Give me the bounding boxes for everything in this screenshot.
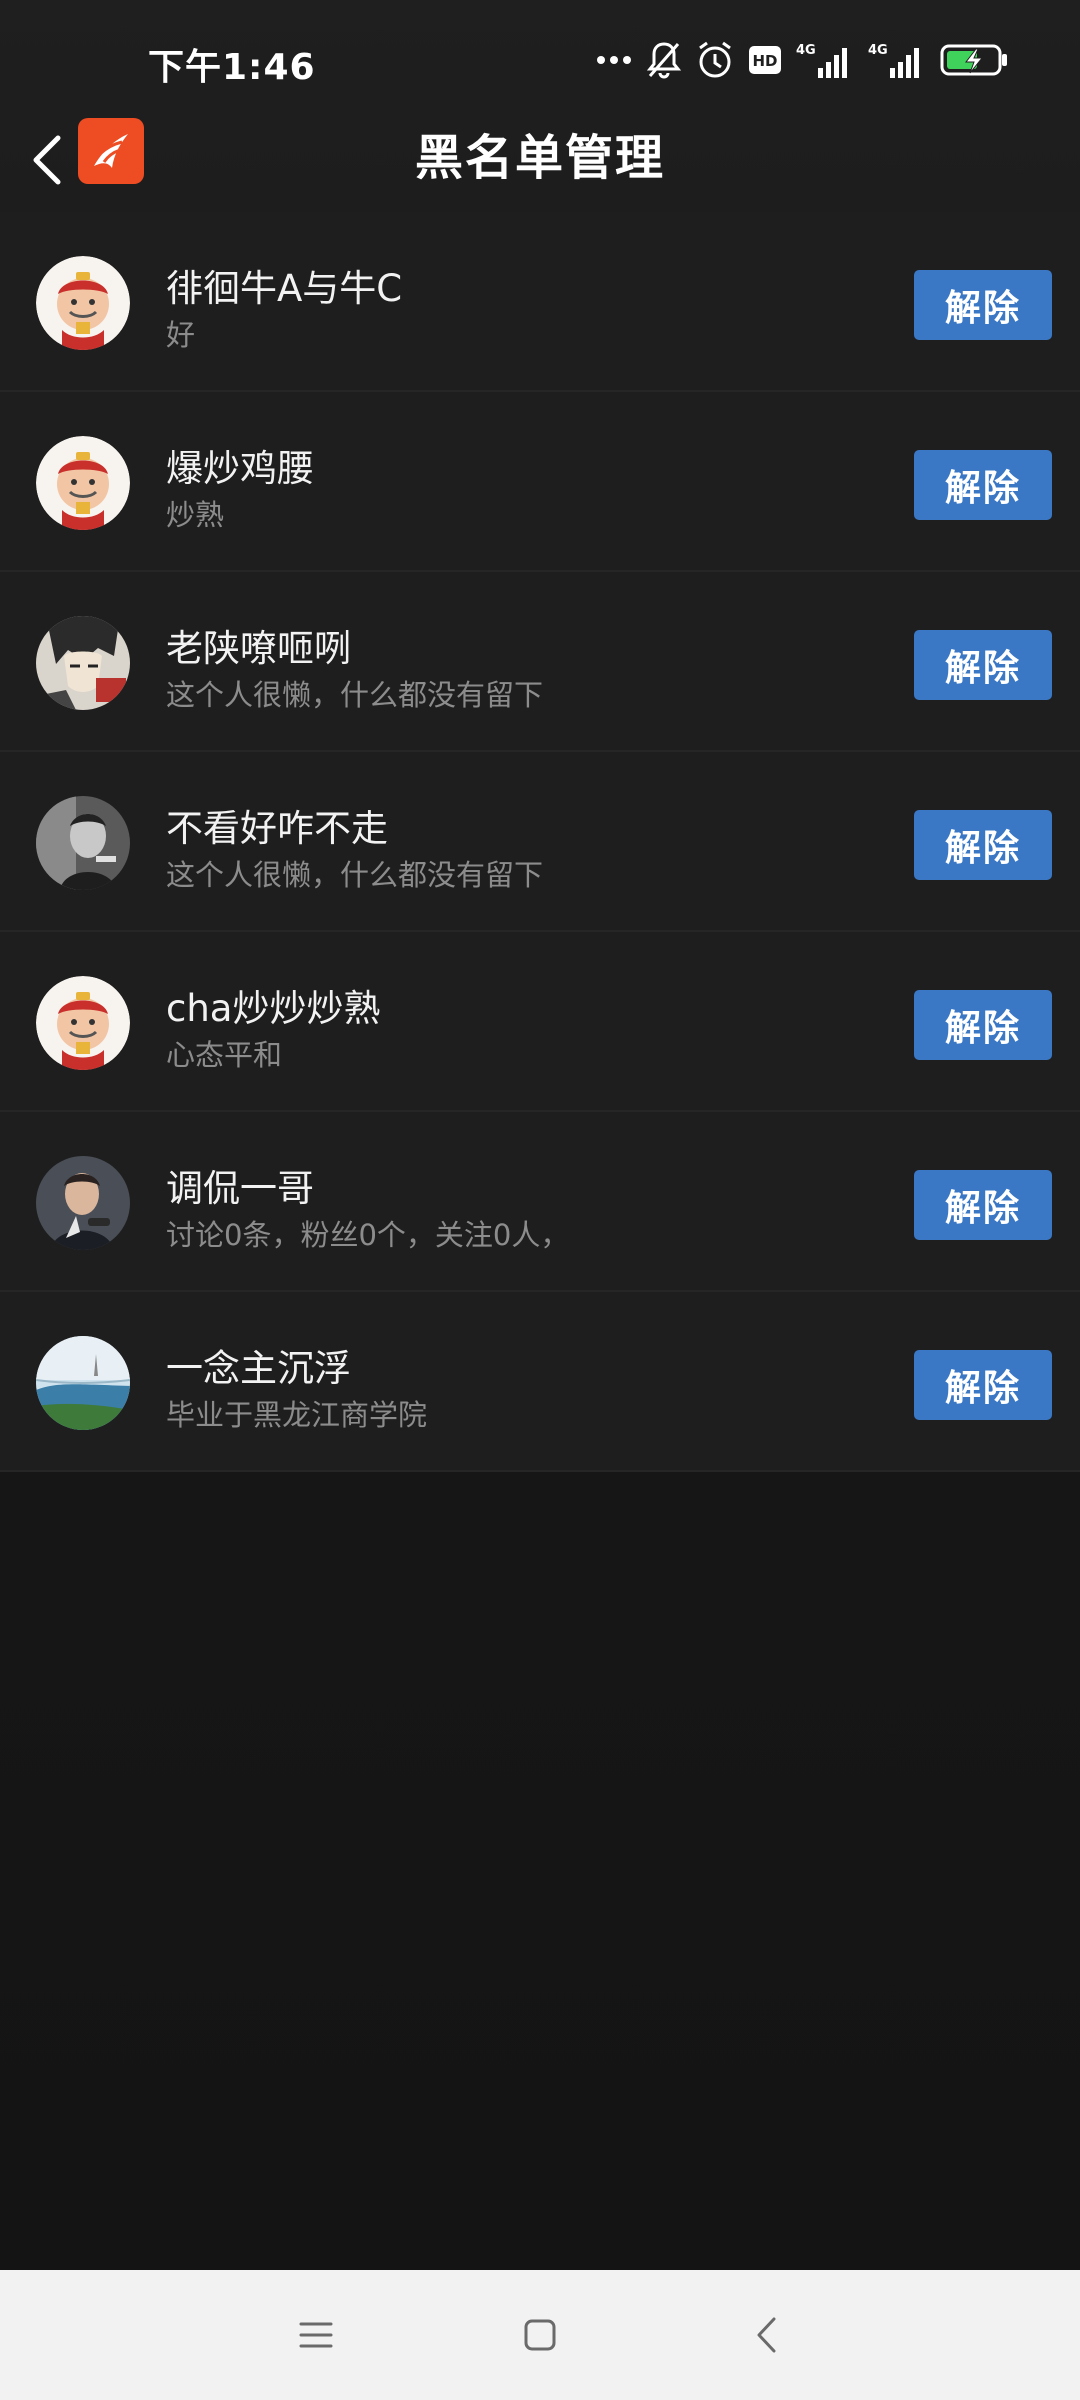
home-button[interactable] (510, 2305, 570, 2365)
svg-text:HD: HD (752, 52, 777, 70)
nav-back-button[interactable] (736, 2305, 796, 2365)
user-name: 调侃一哥 (166, 1167, 314, 1210)
back-chevron-icon (757, 2317, 776, 2353)
svg-text:4G: 4G (868, 43, 888, 58)
user-description: 好 (166, 318, 196, 352)
user-name: 不看好咋不走 (166, 807, 388, 850)
remove-button[interactable]: 解除 (914, 990, 1052, 1060)
avatar[interactable] (36, 1336, 130, 1430)
user-description: 这个人很懒，什么都没有留下 (166, 858, 544, 892)
list-item: 爆炒鸡腰 炒熟 解除 (0, 392, 1080, 572)
signal-4g-icon: 4G (796, 40, 854, 80)
home-square-icon (524, 2319, 556, 2351)
list-item: 老陕嘹咂咧 这个人很懒，什么都没有留下 解除 (0, 572, 1080, 752)
user-description: 心态平和 (166, 1038, 283, 1072)
user-description: 毕业于黑龙江商学院 (166, 1398, 428, 1432)
screen: 下午1:46 HD 4G 4G 黑名单管理 徘徊牛A与牛C 好 解除 爆炒鸡腰 … (0, 0, 1080, 2400)
signal-4g-icon-2: 4G (868, 40, 926, 80)
avatar[interactable] (36, 1156, 130, 1250)
user-name: 爆炒鸡腰 (166, 447, 314, 490)
navigation-bar (0, 2270, 1080, 2400)
list-item: 调侃一哥 讨论0条，粉丝0个，关注0人， 解除 (0, 1112, 1080, 1292)
status-icons: HD 4G 4G (596, 38, 1010, 82)
user-description: 炒熟 (166, 498, 225, 532)
bell-muted-icon (646, 40, 682, 80)
battery-charging-icon (940, 42, 1010, 78)
header: 黑名单管理 (0, 110, 1080, 210)
more-dots-icon (596, 54, 632, 66)
user-name: cha炒炒炒熟 (166, 987, 381, 1030)
page-title: 黑名单管理 (414, 130, 665, 186)
remove-button[interactable]: 解除 (914, 630, 1052, 700)
avatar[interactable] (36, 436, 130, 530)
svg-text:4G: 4G (796, 43, 816, 58)
user-name: 一念主沉浮 (166, 1347, 351, 1390)
remove-button[interactable]: 解除 (914, 1350, 1052, 1420)
list-item: 徘徊牛A与牛C 好 解除 (0, 212, 1080, 392)
user-description: 讨论0条，粉丝0个，关注0人， (166, 1218, 570, 1252)
avatar[interactable] (36, 616, 130, 710)
menu-icon (299, 2322, 333, 2348)
list-item: cha炒炒炒熟 心态平和 解除 (0, 932, 1080, 1112)
blacklist: 徘徊牛A与牛C 好 解除 爆炒鸡腰 炒熟 解除 老陕嘹咂咧 这个人很懒，什么都没… (0, 212, 1080, 1472)
remove-button[interactable]: 解除 (914, 270, 1052, 340)
list-item: 不看好咋不走 这个人很懒，什么都没有留下 解除 (0, 752, 1080, 932)
avatar[interactable] (36, 796, 130, 890)
user-name: 老陕嘹咂咧 (166, 627, 351, 670)
avatar[interactable] (36, 256, 130, 350)
alarm-icon (696, 40, 734, 80)
user-description: 这个人很懒，什么都没有留下 (166, 678, 544, 712)
list-item: 一念主沉浮 毕业于黑龙江商学院 解除 (0, 1292, 1080, 1472)
hd-icon: HD (748, 45, 782, 75)
remove-button[interactable]: 解除 (914, 810, 1052, 880)
status-time: 下午1:46 (148, 47, 316, 88)
menu-button[interactable] (286, 2305, 346, 2365)
avatar[interactable] (36, 976, 130, 1070)
remove-button[interactable]: 解除 (914, 450, 1052, 520)
remove-button[interactable]: 解除 (914, 1170, 1052, 1240)
status-bar: 下午1:46 HD 4G 4G (0, 0, 1080, 120)
user-name: 徘徊牛A与牛C (166, 267, 403, 310)
